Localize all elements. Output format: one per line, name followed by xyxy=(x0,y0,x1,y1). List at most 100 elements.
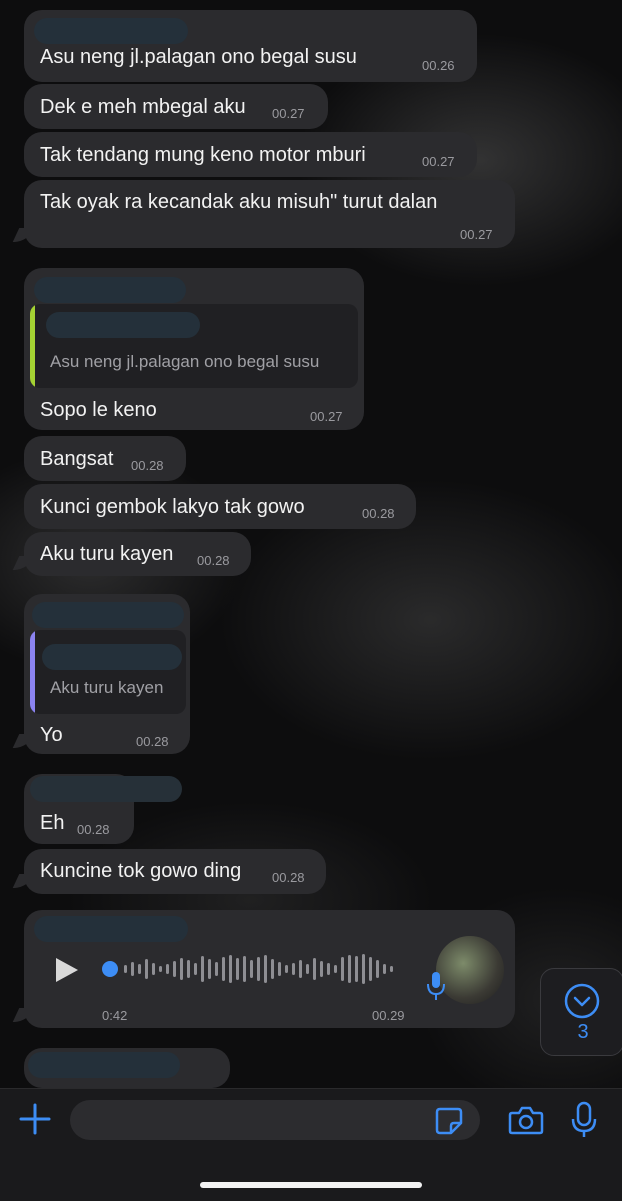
message-bubble[interactable]: Aku turu kayen 00.28 xyxy=(24,532,251,576)
message-text: Bangsat xyxy=(40,448,114,470)
waveform-bar xyxy=(138,964,141,974)
sender-avatar[interactable] xyxy=(436,936,504,1004)
message-text: Kuncine tok gowo ding xyxy=(40,860,242,882)
waveform-bar xyxy=(201,956,204,982)
waveform-bar xyxy=(229,955,232,983)
scroll-to-bottom-button[interactable]: 3 xyxy=(540,968,622,1056)
message-text: Tak tendang mung keno motor mburi xyxy=(40,144,366,166)
message-time: 00.28 xyxy=(136,734,169,749)
waveform-bar xyxy=(313,958,316,980)
message-time: 00.29 xyxy=(372,1008,405,1023)
message-text: Asu neng jl.palagan ono begal susu xyxy=(40,46,357,68)
message-text: Sopo le keno xyxy=(40,399,157,421)
waveform-bar xyxy=(285,965,288,973)
waveform-bar xyxy=(271,959,274,979)
waveform-bar xyxy=(348,955,351,983)
message-bubble[interactable]: Kuncine tok gowo ding 00.28 xyxy=(24,849,326,894)
waveform-bar xyxy=(292,963,295,975)
message-time: 00.27 xyxy=(460,227,493,242)
message-time: 00.26 xyxy=(422,58,455,73)
waveform-bar xyxy=(215,962,218,976)
waveform-bar xyxy=(299,960,302,978)
camera-icon[interactable] xyxy=(508,1104,544,1136)
message-bubble[interactable]: Tak oyak ra kecandak aku misuh" turut da… xyxy=(24,180,515,248)
message-time: 00.27 xyxy=(310,409,343,424)
waveform-bar xyxy=(145,959,148,979)
waveform-bar xyxy=(376,960,379,978)
waveform-bar xyxy=(180,958,183,980)
message-text: Kunci gembok lakyo tak gowo xyxy=(40,496,305,518)
message-bubble[interactable]: Eh 00.28 xyxy=(24,774,182,844)
message-time: 00.27 xyxy=(272,106,305,121)
waveform-bar xyxy=(320,961,323,977)
message-bubble[interactable]: Asu neng jl.palagan ono begal susu 00.26 xyxy=(24,10,477,82)
redacted-sender-name xyxy=(34,18,188,44)
waveform-bar xyxy=(306,964,309,974)
chevron-down-circle-icon xyxy=(564,983,600,1019)
waveform-bar xyxy=(159,966,162,972)
reply-message-bubble[interactable]: Aku turu kayen Yo 00.28 xyxy=(24,594,190,754)
message-time: 00.28 xyxy=(77,822,110,837)
waveform-bar xyxy=(173,961,176,977)
sticker-icon[interactable] xyxy=(434,1106,464,1136)
message-bubble[interactable]: Dek e meh mbegal aku 00.27 xyxy=(24,84,328,129)
waveform-bar xyxy=(369,957,372,981)
redacted-sender-name xyxy=(30,776,182,802)
waveform-bar xyxy=(390,966,393,972)
waveform-bar xyxy=(341,957,344,981)
quoted-text: Aku turu kayen xyxy=(50,678,164,697)
message-time: 00.28 xyxy=(272,870,305,885)
waveform-bar xyxy=(166,964,169,974)
message-bubble[interactable]: Tak tendang mung keno motor mburi 00.27 xyxy=(24,132,477,177)
message-bubble[interactable]: Bangsat 00.28 xyxy=(24,436,186,481)
message-text: Aku turu kayen xyxy=(40,543,174,565)
microphone-icon xyxy=(426,970,446,1002)
waveform-bar xyxy=(152,963,155,975)
voice-duration: 0:42 xyxy=(102,1008,128,1023)
quoted-message[interactable]: Asu neng jl.palagan ono begal susu xyxy=(30,304,358,388)
waveform-bar xyxy=(194,963,197,975)
waveform-bar xyxy=(383,964,386,974)
waveform-bar xyxy=(187,960,190,978)
message-time: 00.28 xyxy=(197,553,230,568)
quote-accent-bar xyxy=(30,630,35,714)
quote-accent-bar xyxy=(30,304,35,388)
reply-message-bubble[interactable]: Asu neng jl.palagan ono begal susu Sopo … xyxy=(24,268,364,430)
quoted-message[interactable]: Aku turu kayen xyxy=(30,630,186,714)
waveform-bar xyxy=(355,956,358,982)
waveform-bar xyxy=(264,955,267,983)
waveform-bar xyxy=(243,956,246,982)
message-time: 00.28 xyxy=(131,458,164,473)
waveform-bar xyxy=(250,960,253,978)
message-time: 00.28 xyxy=(362,506,395,521)
redacted-sender-name xyxy=(34,277,186,303)
message-bubble[interactable] xyxy=(24,1048,230,1088)
microphone-icon[interactable] xyxy=(570,1101,598,1139)
waveform-bar xyxy=(236,958,239,980)
message-input[interactable] xyxy=(70,1100,480,1140)
waveform-bar xyxy=(131,962,134,976)
message-time: 00.27 xyxy=(422,154,455,169)
plus-icon[interactable] xyxy=(18,1102,52,1136)
waveform-bar xyxy=(124,965,127,973)
home-indicator[interactable] xyxy=(200,1182,422,1188)
redacted-sender-name xyxy=(28,1052,180,1078)
voice-waveform[interactable] xyxy=(100,950,410,988)
waveform-bar xyxy=(278,962,281,976)
redacted-sender-name xyxy=(34,916,188,942)
message-text: Dek e meh mbegal aku xyxy=(40,96,246,118)
redacted-quoted-sender xyxy=(46,312,200,338)
waveform-bar xyxy=(208,959,211,979)
quoted-text: Asu neng jl.palagan ono begal susu xyxy=(50,352,320,371)
play-icon[interactable] xyxy=(56,958,78,982)
waveform-bar xyxy=(257,957,260,981)
message-bubble[interactable]: Kunci gembok lakyo tak gowo 00.28 xyxy=(24,484,416,529)
waveform-bar xyxy=(327,963,330,975)
waveform-bar xyxy=(362,954,365,984)
waveform-bar xyxy=(222,957,225,981)
redacted-quoted-sender xyxy=(42,644,182,670)
message-text: Eh xyxy=(40,812,65,834)
unread-count: 3 xyxy=(577,1021,589,1043)
waveform-progress-dot xyxy=(102,961,118,977)
waveform-bar xyxy=(334,965,337,973)
